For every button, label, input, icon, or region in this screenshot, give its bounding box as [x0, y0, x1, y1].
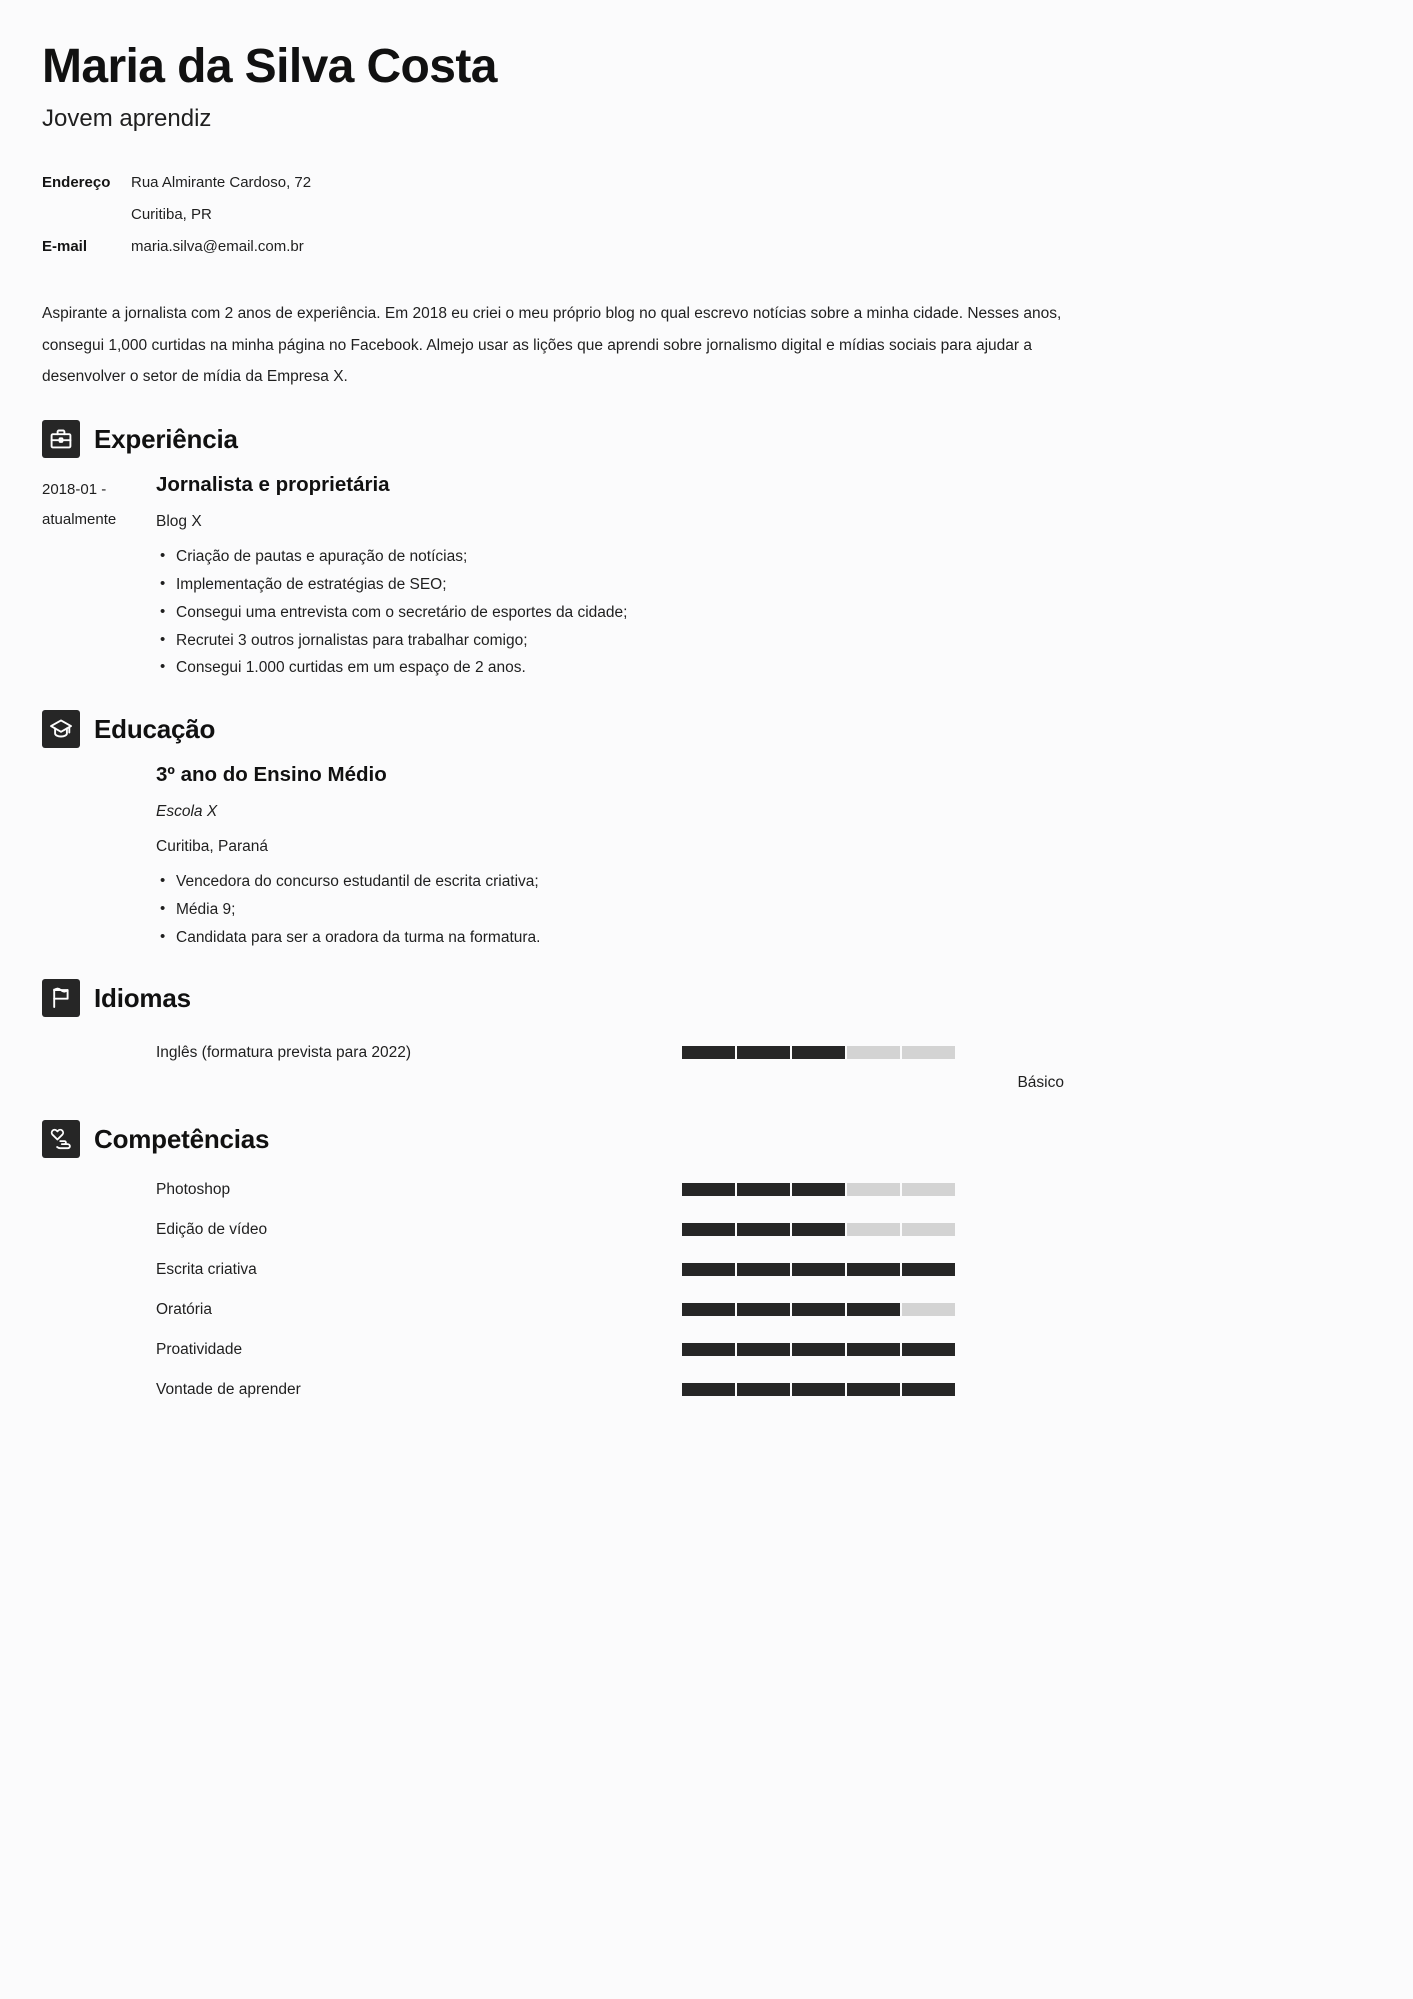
skill-row: Escrita criativa — [42, 1258, 1066, 1280]
list-item: Candidata para ser a oradora da turma na… — [156, 923, 1066, 952]
email-value[interactable]: maria.silva@email.com.br — [120, 231, 304, 263]
list-item: Vencedora do concurso estudantil de escr… — [156, 867, 1066, 896]
experience-entry-date: 2018-01 - atualmente — [42, 472, 154, 682]
section-education: Educação 3º ano do Ensino Médio Escola X… — [42, 710, 1066, 951]
list-item: Média 9; — [156, 895, 1066, 924]
skill-level-ticks — [682, 1182, 955, 1196]
education-school: Escola X — [156, 802, 218, 820]
skill-level-ticks — [682, 1222, 955, 1236]
list-item: Recrutei 3 outros jornalistas para traba… — [156, 626, 1066, 655]
experience-entry-body: Jornalista e proprietária Blog X Criação… — [154, 472, 1066, 682]
graduation-cap-icon — [42, 710, 80, 749]
education-degree: 3º ano do Ensino Médio — [156, 763, 387, 787]
list-item: Criação de pautas e apuração de notícias… — [156, 542, 1066, 571]
professional-summary: Aspirante a jornalista com 2 anos de exp… — [42, 305, 1062, 386]
skill-level-ticks — [682, 1342, 955, 1356]
address-line-1: Rua Almirante Cardoso, 72 — [131, 173, 312, 191]
skill-level-bar — [682, 1342, 955, 1356]
experience-bullet-list: Criação de pautas e apuração de notícias… — [156, 542, 1066, 682]
skill-level-bar — [682, 1382, 955, 1396]
skill-row: Photoshop — [42, 1178, 1066, 1200]
section-header-skills: Competências — [42, 1120, 1066, 1159]
section-header-education: Educação — [42, 710, 1066, 749]
list-item: Implementação de estratégias de SEO; — [156, 570, 1066, 599]
skill-label: Escrita criativa — [156, 1260, 257, 1278]
list-item: Consegui 1.000 curtidas em um espaço de … — [156, 653, 1066, 682]
job-title: Jovem aprendiz — [42, 104, 212, 132]
contact-row-email: E-mail maria.silva@email.com.br — [42, 231, 1066, 263]
skill-level-bar — [682, 1262, 955, 1276]
section-title-languages: Idiomas — [94, 983, 191, 1014]
section-experience: Experiência 2018-01 - atualmente Jornali… — [42, 420, 1066, 682]
skill-row: Proatividade — [42, 1338, 1066, 1360]
section-title-education: Educação — [94, 714, 216, 745]
section-skills: Competências Photoshop Edição de vídeo E… — [42, 1120, 1066, 1400]
contact-row-address: Endereço Rua Almirante Cardoso, 72 — [42, 167, 1066, 199]
skill-row: Edição de vídeo — [42, 1218, 1066, 1240]
language-level-ticks — [682, 1045, 955, 1059]
education-entry: 3º ano do Ensino Médio Escola X Curitiba… — [42, 762, 1066, 951]
experience-date-start: 2018-01 - — [42, 481, 107, 499]
skill-level-ticks — [682, 1382, 955, 1396]
skill-level-ticks — [682, 1262, 955, 1276]
education-bullet-list: Vencedora do concurso estudantil de escr… — [156, 867, 1066, 952]
section-header-languages: Idiomas — [42, 979, 1066, 1018]
skill-label: Oratória — [156, 1300, 212, 1318]
contact-block: Endereço Rua Almirante Cardoso, 72 Curit… — [42, 167, 1066, 264]
email-label: E-mail — [42, 238, 88, 256]
section-header-experience: Experiência — [42, 420, 1066, 459]
skill-row: Oratória — [42, 1298, 1066, 1320]
skill-level-bar — [682, 1302, 955, 1316]
experience-organization: Blog X — [156, 512, 202, 530]
section-title-experience: Experiência — [94, 424, 238, 455]
education-location: Curitiba, Paraná — [156, 837, 269, 855]
education-entry-date — [42, 762, 154, 951]
language-label: Inglês (formatura prevista para 2022) — [156, 1043, 412, 1061]
language-level-caption: Básico — [1017, 1074, 1064, 1092]
list-item: Consegui uma entrevista com o secretário… — [156, 598, 1066, 627]
experience-role: Jornalista e proprietária — [156, 473, 390, 497]
address-line-2: Curitiba, PR — [131, 205, 212, 223]
languages-list: Inglês (formatura prevista para 2022) Bá… — [42, 1041, 1066, 1092]
skill-row: Vontade de aprender — [42, 1378, 1066, 1400]
skill-level-bar — [682, 1182, 955, 1196]
resume-content: Maria da Silva Costa Jovem aprendiz Ende… — [42, 0, 1066, 1400]
skill-label: Edição de vídeo — [156, 1220, 268, 1238]
flag-icon — [42, 979, 80, 1018]
language-row: Inglês (formatura prevista para 2022) — [42, 1041, 1066, 1063]
section-languages: Idiomas Inglês (formatura prevista para … — [42, 979, 1066, 1092]
experience-entry: 2018-01 - atualmente Jornalista e propri… — [42, 472, 1066, 682]
skills-list: Photoshop Edição de vídeo Escrita criati… — [42, 1178, 1066, 1400]
section-title-skills: Competências — [94, 1124, 270, 1155]
skill-label: Photoshop — [156, 1180, 231, 1198]
skill-label: Proatividade — [156, 1340, 243, 1358]
skill-label: Vontade de aprender — [156, 1380, 301, 1398]
resume-page: Maria da Silva Costa Jovem aprendiz Ende… — [0, 0, 1413, 1999]
education-entry-body: 3º ano do Ensino Médio Escola X Curitiba… — [154, 762, 1066, 951]
experience-date-end: atualmente — [42, 510, 117, 528]
contact-row-address-city: Curitiba, PR — [42, 199, 1066, 231]
skill-level-ticks — [682, 1302, 955, 1316]
page-title: Maria da Silva Costa — [42, 40, 497, 93]
heart-hand-icon — [42, 1120, 80, 1159]
briefcase-icon — [42, 420, 80, 459]
skill-level-bar — [682, 1222, 955, 1236]
address-label: Endereço — [42, 173, 111, 191]
language-level-bar — [682, 1045, 955, 1059]
